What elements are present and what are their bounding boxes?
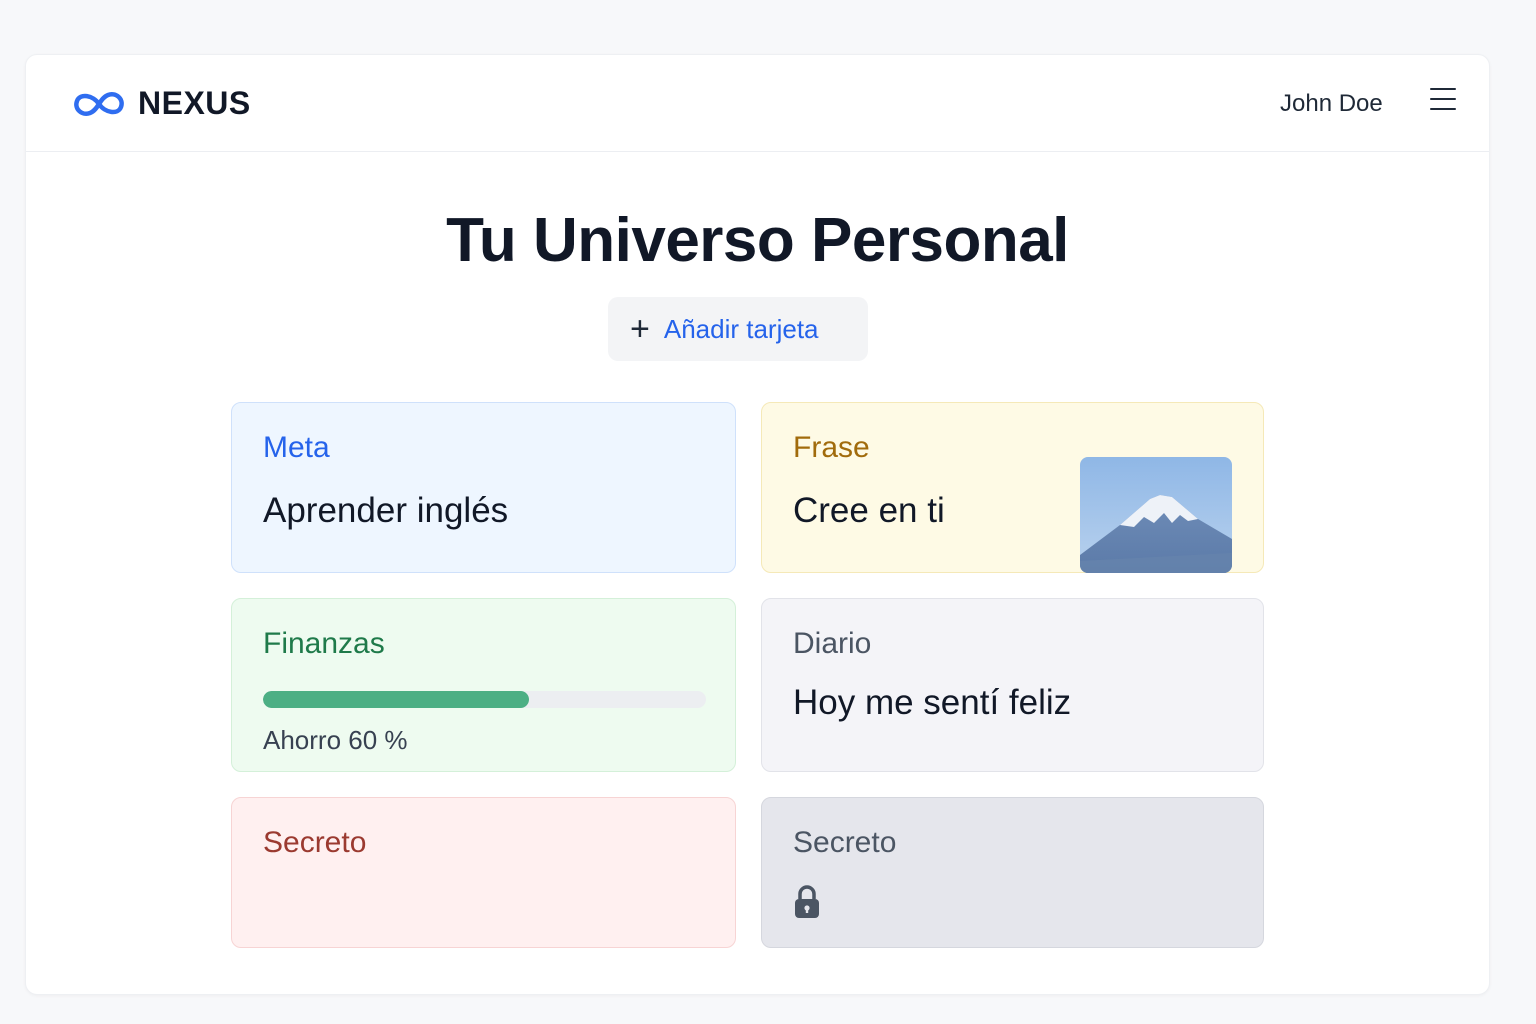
savings-label: Ahorro 60 % — [263, 725, 408, 755]
add-card-button[interactable]: + Añadir tarjeta — [608, 297, 868, 361]
user-name[interactable]: John Doe — [1280, 90, 1383, 118]
logo[interactable]: NEXUS — [72, 85, 251, 122]
savings-progress-bar — [263, 691, 706, 708]
top-bar: NEXUS John Doe — [26, 55, 1489, 152]
card-text: Aprender inglés — [263, 491, 509, 530]
page-title: Tu Universo Personal — [446, 206, 1069, 275]
lock-icon — [795, 885, 819, 918]
card-secreto[interactable]: Secreto — [231, 797, 736, 948]
card-title: Meta — [263, 431, 330, 464]
infinity-icon — [74, 91, 124, 116]
app-window: NEXUS John Doe Tu Universo Personal + Añ… — [25, 54, 1490, 995]
card-title: Finanzas — [263, 627, 385, 660]
add-card-label: Añadir tarjeta — [663, 313, 819, 344]
card-frase[interactable]: Frase Cree en ti — [761, 402, 1264, 573]
hamburger-menu-icon[interactable] — [1426, 88, 1460, 118]
card-title: Secreto — [263, 826, 367, 859]
plus-icon: + — [630, 310, 650, 348]
card-diario[interactable]: Diario Hoy me sentí feliz — [761, 598, 1264, 772]
mountain-photo — [1080, 457, 1232, 573]
card-secreto-locked[interactable]: Secreto — [761, 797, 1264, 948]
savings-progress-fill — [263, 691, 529, 708]
card-title: Diario — [793, 627, 872, 660]
card-meta[interactable]: Meta Aprender inglés — [231, 402, 736, 573]
brand-name: NEXUS — [138, 85, 251, 121]
card-title: Secreto — [793, 826, 897, 859]
card-finanzas[interactable]: Finanzas Ahorro 60 % — [231, 598, 736, 772]
card-text: Hoy me sentí feliz — [793, 683, 1072, 722]
